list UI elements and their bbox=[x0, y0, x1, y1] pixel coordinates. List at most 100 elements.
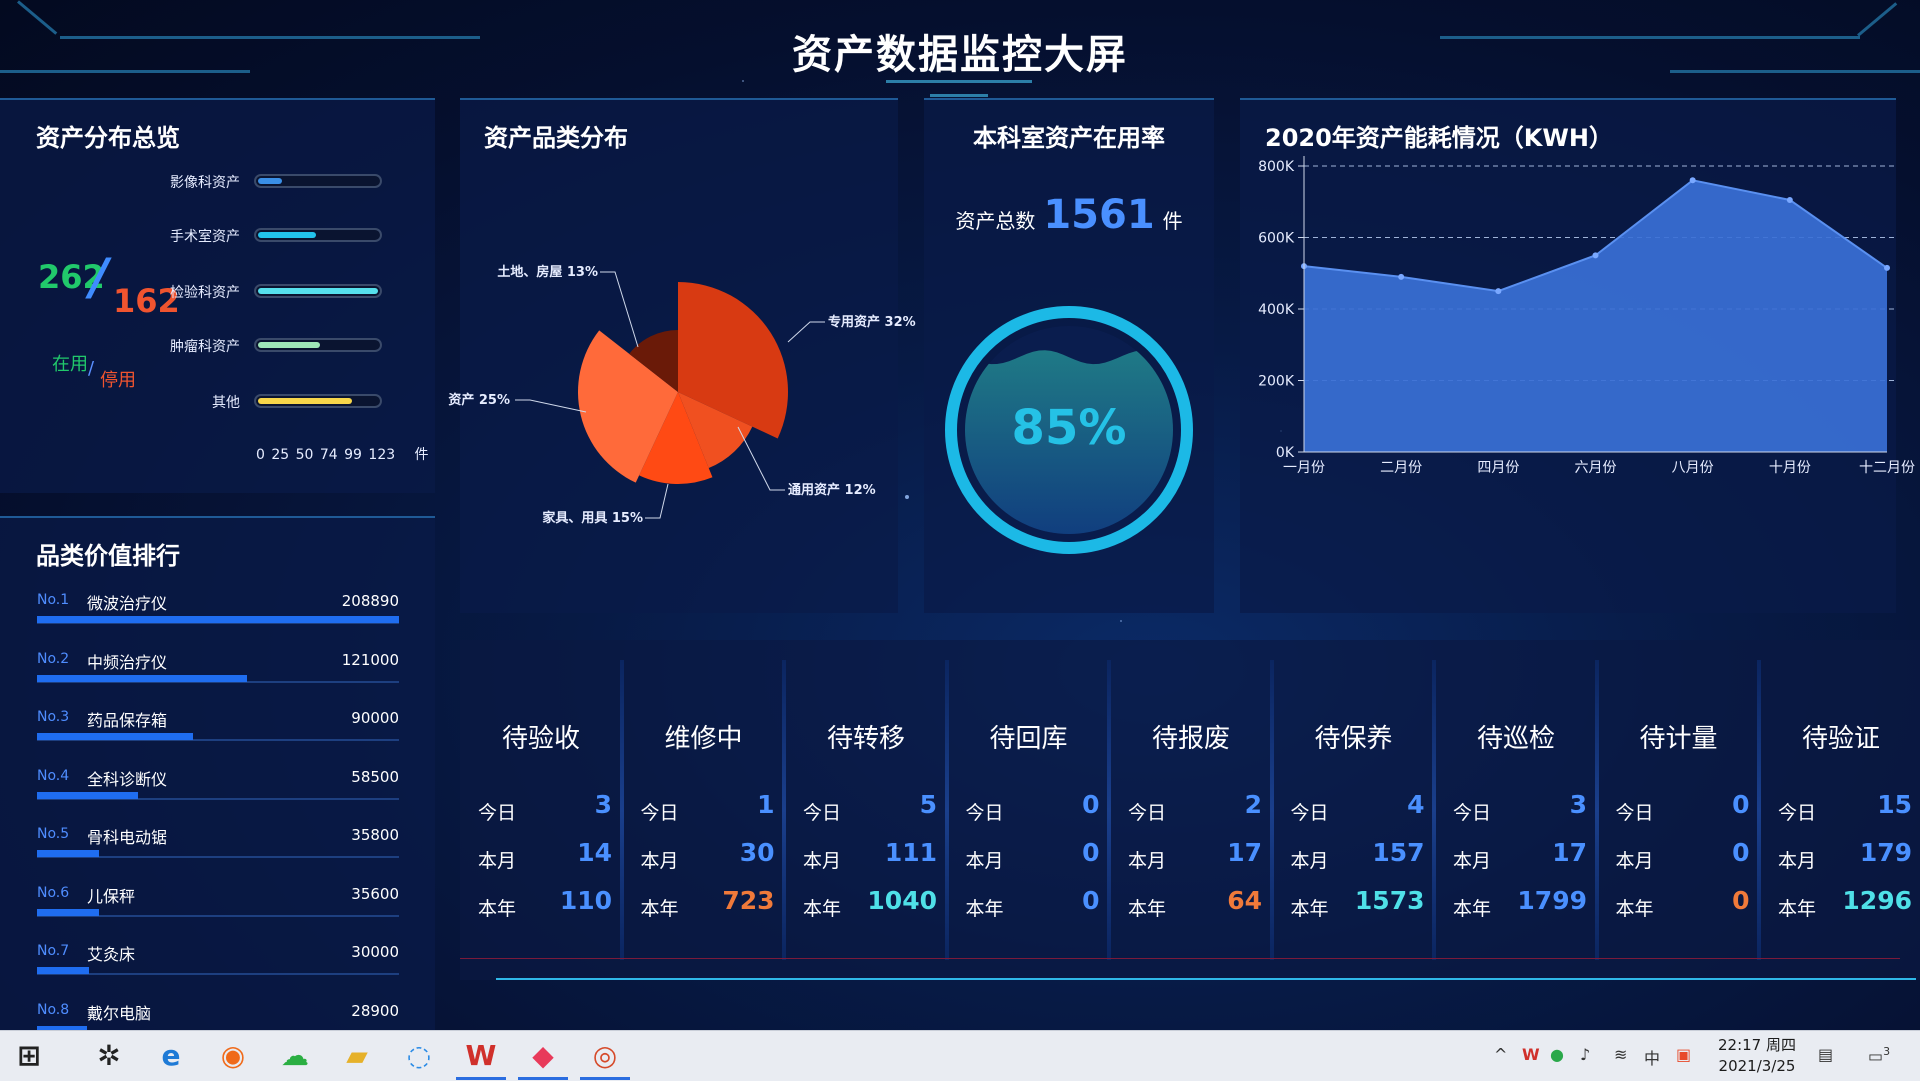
status-value: 0 bbox=[1732, 790, 1750, 819]
distribution-bar-track bbox=[254, 338, 382, 352]
status-value: 1296 bbox=[1842, 886, 1912, 915]
area-point bbox=[1398, 273, 1405, 280]
clock-date: 2021/3/25 bbox=[1718, 1057, 1796, 1075]
status-row-label: 今日 bbox=[803, 802, 842, 824]
status-row: 本月 17 bbox=[1128, 838, 1262, 874]
status-column: 待保养 今日 4 本月 157 本年 1573 bbox=[1273, 658, 1435, 963]
status-row-label: 本年 bbox=[965, 898, 1004, 920]
ranking-row: No.1 微波治疗仪 208890 bbox=[37, 588, 399, 646]
distribution-bar-row: 肿瘤科资产 bbox=[150, 334, 390, 358]
volume-icon[interactable]: ♪ bbox=[1580, 1045, 1590, 1064]
area-point bbox=[1884, 264, 1890, 271]
distribution-bar-row: 手术室资产 bbox=[150, 224, 390, 248]
x-tick-label: 十二月份 bbox=[1859, 460, 1915, 476]
status-row: 今日 0 bbox=[1616, 790, 1750, 826]
status-value: 64 bbox=[1227, 886, 1262, 915]
ranking-panel: 品类价值排行 No.1 微波治疗仪 208890 No.2 中频治疗仪 121000 No.… bbox=[0, 516, 435, 1030]
notification-icon[interactable]: ▭3 bbox=[1868, 1045, 1890, 1065]
status-value: 0 bbox=[1732, 886, 1750, 915]
chrome-icon[interactable]: ◎ bbox=[588, 1039, 622, 1073]
status-row-label: 今日 bbox=[1128, 802, 1167, 824]
tray-app-icon[interactable]: ▣ bbox=[1676, 1045, 1691, 1064]
status-column-title: 待转移 bbox=[826, 724, 905, 754]
wechat-icon[interactable]: ☁ bbox=[278, 1039, 312, 1073]
ranking-bar bbox=[37, 967, 89, 974]
network-icon[interactable]: ≋ bbox=[1614, 1045, 1627, 1064]
status-row-label: 本年 bbox=[1290, 898, 1329, 920]
ranking-row: No.8 戴尔电脑 28900 bbox=[37, 998, 399, 1030]
distribution-bar-track bbox=[254, 228, 382, 242]
status-row-label: 今日 bbox=[478, 802, 517, 824]
ranking-value: 35600 bbox=[351, 884, 399, 903]
ranking-name: 微波治疗仪 bbox=[87, 594, 168, 613]
status-value: 15 bbox=[1877, 790, 1912, 819]
ranking-name: 戴尔电脑 bbox=[87, 1003, 152, 1023]
distribution-panel: 资产分布总览 262 / 162 在用 / 停用 影像科资产 手术室资产 检验科资产… bbox=[0, 98, 435, 493]
status-row-label: 本月 bbox=[1453, 850, 1492, 872]
ie-icon[interactable]: e bbox=[154, 1039, 188, 1073]
taskbar-clock[interactable]: 22:17 周四 2021/3/25 bbox=[1718, 1035, 1796, 1077]
status-value: 0 bbox=[1082, 886, 1100, 915]
tray-chevron-icon[interactable]: ^ bbox=[1494, 1045, 1507, 1064]
pie-label: 资产 25% bbox=[448, 392, 510, 408]
ime-indicator[interactable]: 中 bbox=[1644, 1045, 1660, 1069]
asset-total-prefix: 资产总数 bbox=[955, 209, 1036, 233]
notification-count: 3 bbox=[1883, 1045, 1891, 1058]
status-row-label: 本年 bbox=[1128, 898, 1167, 920]
distribution-bar-track bbox=[254, 174, 382, 188]
status-row-label: 本年 bbox=[640, 898, 679, 920]
page-title: 资产数据监控大屏 bbox=[792, 32, 1128, 78]
status-column: 待巡检 今日 3 本月 17 本年 1799 bbox=[1435, 658, 1597, 963]
ranking-row: No.2 中频治疗仪 121000 bbox=[37, 647, 399, 705]
folder-icon[interactable]: ▰ bbox=[340, 1039, 374, 1073]
y-tick-label: 800K bbox=[1258, 159, 1295, 175]
status-row-label: 今日 bbox=[1615, 802, 1654, 824]
status-row-label: 本月 bbox=[803, 850, 842, 872]
ranking-title: 品类价值排行 bbox=[36, 542, 180, 570]
ranking-value: 208890 bbox=[341, 592, 399, 610]
status-row: 今日 0 bbox=[966, 790, 1100, 826]
status-column: 维修中 今日 1 本月 30 本年 723 bbox=[623, 658, 785, 963]
y-tick-label: 400K bbox=[1258, 302, 1295, 318]
status-row: 本月 179 bbox=[1778, 838, 1912, 874]
status-row: 本月 30 bbox=[641, 838, 775, 874]
ranking-name: 药品保存箱 bbox=[87, 711, 168, 730]
notes-icon[interactable]: ▤ bbox=[1818, 1045, 1833, 1064]
ranking-bar bbox=[37, 791, 138, 799]
app-icon[interactable]: ✲ bbox=[92, 1039, 126, 1073]
status-row: 今日 1 bbox=[641, 790, 775, 826]
pie-label: 专用资产 32% bbox=[828, 314, 916, 330]
distribution-bar-label: 影像科资产 bbox=[170, 175, 240, 191]
usage-percent: 85% bbox=[1011, 400, 1127, 456]
status-value: 2 bbox=[1244, 790, 1262, 819]
ranking-bar bbox=[37, 674, 247, 682]
distribution-bar-track bbox=[254, 394, 382, 408]
status-column-title: 维修中 bbox=[664, 724, 743, 754]
x-tick-label: 一月份 bbox=[1283, 460, 1325, 476]
firefox-icon[interactable]: ◉ bbox=[216, 1039, 250, 1073]
status-row: 本月 157 bbox=[1291, 838, 1425, 874]
start-icon[interactable]: ⊞ bbox=[12, 1039, 46, 1073]
status-value: 1573 bbox=[1354, 886, 1425, 915]
ranking-row: No.5 骨科电动锯 35800 bbox=[37, 822, 399, 880]
ranking-value: 35800 bbox=[351, 826, 399, 844]
status-row: 本年 0 bbox=[966, 886, 1100, 922]
status-row: 本年 64 bbox=[1128, 886, 1262, 922]
tray-security-icon[interactable]: ● bbox=[1550, 1045, 1564, 1064]
wps-icon[interactable]: W bbox=[464, 1039, 498, 1073]
status-row-label: 本月 bbox=[1615, 850, 1654, 872]
status-board: 待验收 今日 3 本月 14 本年 110 维修中 今日 1 本月 30 本年 723 待转移 今日 5 本月 11… bbox=[460, 640, 1920, 980]
status-row-label: 今日 bbox=[640, 802, 679, 824]
paint-icon[interactable]: ◆ bbox=[526, 1039, 560, 1073]
ranking-value: 58500 bbox=[351, 767, 399, 786]
distribution-bar-fill bbox=[258, 398, 352, 404]
status-row-label: 本年 bbox=[1778, 898, 1817, 920]
area-point bbox=[1689, 177, 1696, 184]
tray-wps-icon[interactable]: W bbox=[1522, 1045, 1540, 1064]
status-column-title: 待报废 bbox=[1151, 724, 1230, 754]
status-row: 今日 5 bbox=[803, 790, 937, 826]
search-app-icon[interactable]: ◌ bbox=[402, 1039, 436, 1073]
status-row: 今日 3 bbox=[478, 790, 612, 826]
status-red-accent bbox=[460, 958, 1900, 959]
status-column-title: 待计量 bbox=[1639, 724, 1718, 754]
